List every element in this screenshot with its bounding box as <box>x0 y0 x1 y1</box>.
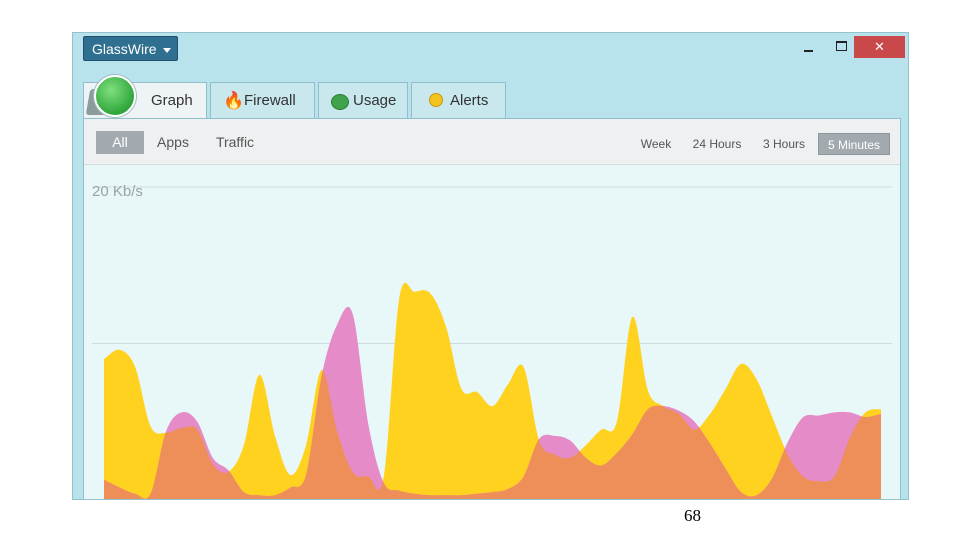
range-24-hours-button[interactable]: 24 Hours <box>687 133 747 155</box>
app-menu-label: GlassWire <box>92 41 157 57</box>
tab-firewall[interactable]: 🔥 Firewall <box>210 82 315 118</box>
filter-apps-button[interactable]: Apps <box>152 131 194 154</box>
filter-all-button[interactable]: All <box>96 131 144 154</box>
scale-label: 20 Kb/s <box>92 183 143 200</box>
pie-icon <box>331 94 349 110</box>
tab-usage[interactable]: Usage <box>318 82 408 118</box>
graph-panel: All Apps Traffic Week 24 Hours 3 Hours 5… <box>83 118 901 499</box>
flame-icon: 🔥 <box>223 91 245 110</box>
tab-graph-label: Graph <box>151 92 193 109</box>
glasswire-window: GlassWire ✕ Graph 🔥 Firewall Usage Alert… <box>72 32 909 500</box>
tab-usage-label: Usage <box>353 92 397 109</box>
traffic-graph[interactable]: 20 Kb/s <box>84 165 900 499</box>
tab-alerts-label: Alerts <box>450 92 489 109</box>
tab-graph[interactable]: Graph <box>83 75 207 119</box>
close-icon: ✕ <box>874 39 885 54</box>
range-5-minutes-button[interactable]: 5 Minutes <box>818 133 890 155</box>
caret-down-icon <box>162 47 171 53</box>
filter-traffic-button[interactable]: Traffic <box>210 131 260 154</box>
minimize-icon <box>804 50 813 52</box>
page-number: 68 <box>684 506 701 525</box>
glasswire-logo-icon <box>94 75 136 117</box>
range-week-button[interactable]: Week <box>635 133 677 155</box>
tab-alerts[interactable]: Alerts <box>411 82 506 118</box>
close-button[interactable]: ✕ <box>854 36 905 58</box>
minimize-button[interactable] <box>795 36 823 58</box>
maximize-button[interactable] <box>828 36 856 58</box>
app-menu-button[interactable]: GlassWire <box>83 36 178 61</box>
bulb-icon <box>429 93 443 107</box>
range-3-hours-button[interactable]: 3 Hours <box>757 133 811 155</box>
graph-toolbar: All Apps Traffic Week 24 Hours 3 Hours 5… <box>84 119 900 165</box>
maximize-icon <box>836 41 847 51</box>
traffic-graph-svg <box>92 186 892 499</box>
tab-firewall-label: Firewall <box>244 92 296 109</box>
